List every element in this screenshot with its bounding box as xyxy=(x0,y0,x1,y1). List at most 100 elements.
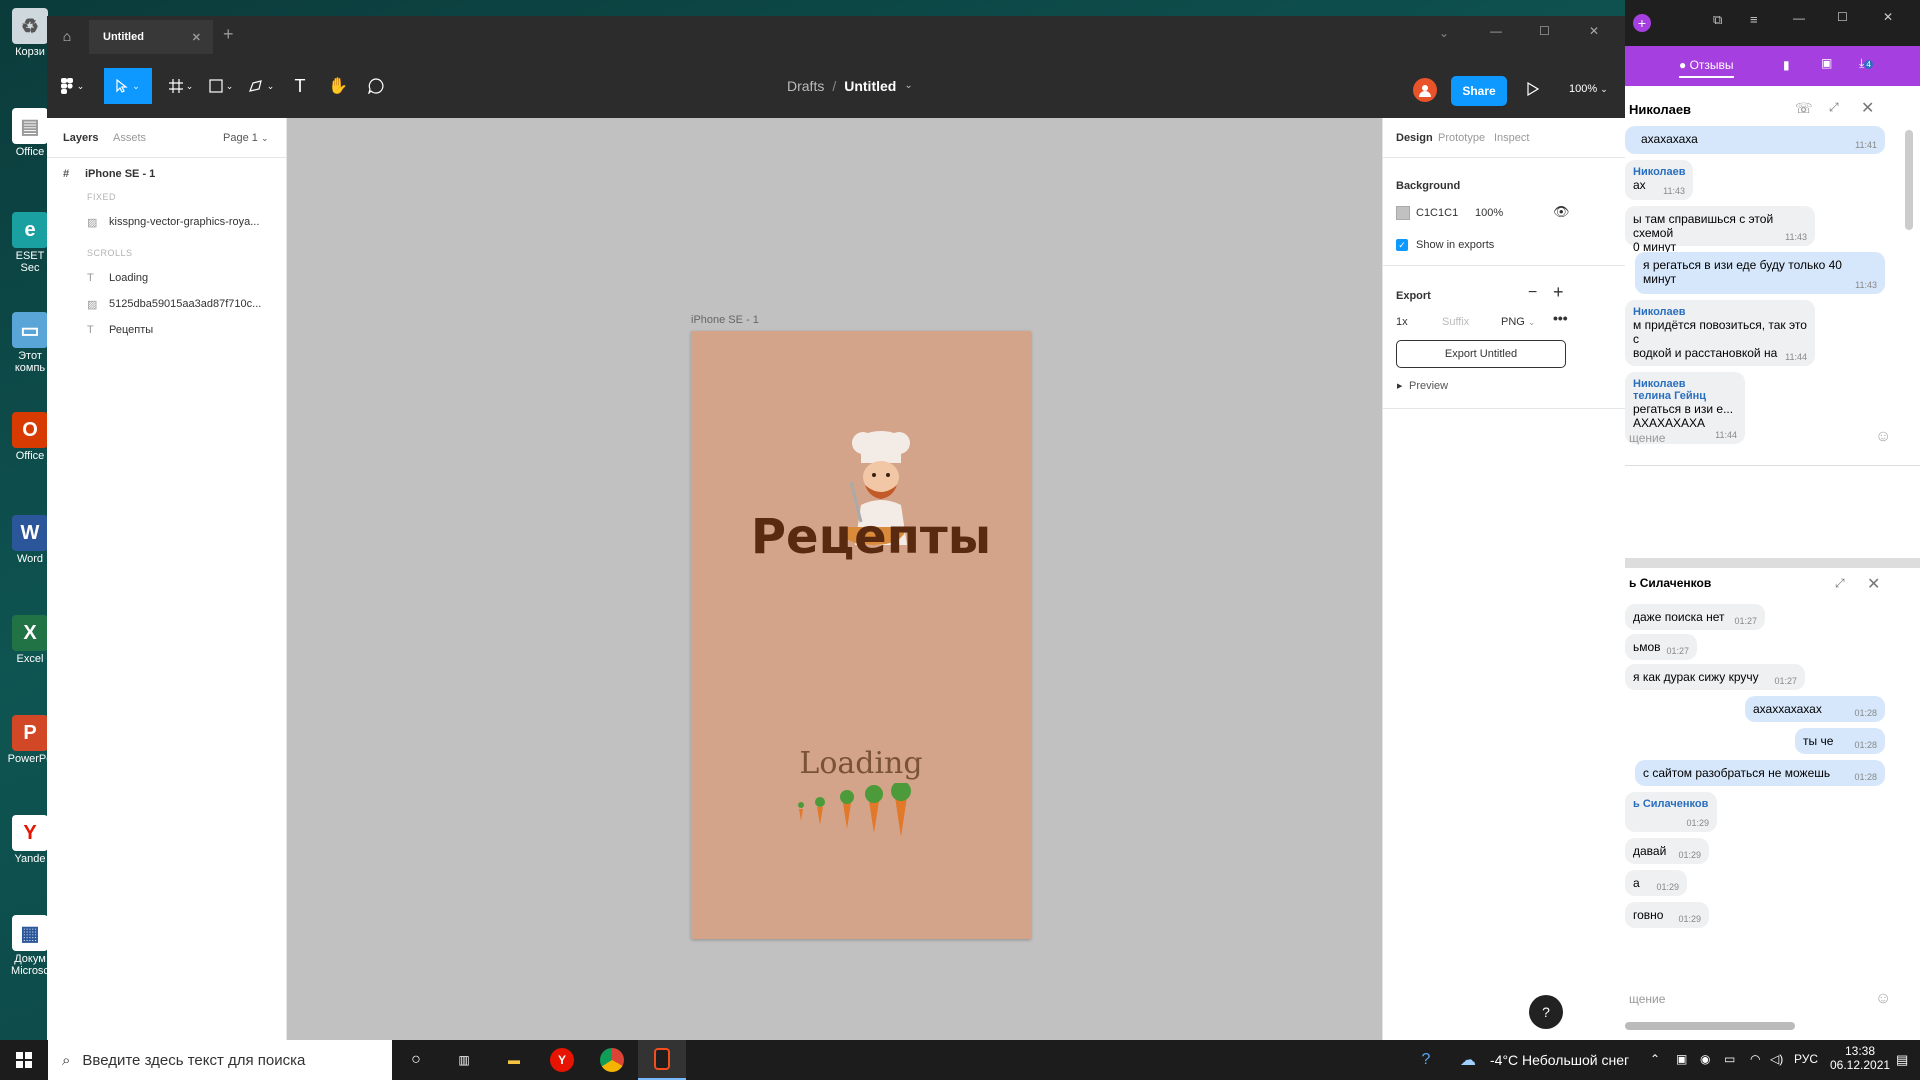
figma-taskbar-icon[interactable] xyxy=(638,1040,686,1080)
chevron-down-icon[interactable]: ⌄ xyxy=(1439,26,1449,40)
vertical-scrollbar[interactable] xyxy=(1905,130,1913,230)
tab-design[interactable]: Design xyxy=(1396,132,1433,144)
frame-tool-icon[interactable]: ⌄ xyxy=(162,68,200,104)
help-button[interactable]: ? xyxy=(1529,995,1563,1029)
comment-tool-icon[interactable] xyxy=(359,68,393,104)
message-bubble[interactable]: даже поиска нет 01:27 xyxy=(1625,604,1765,630)
message-bubble[interactable]: ьмов 01:27 xyxy=(1625,634,1697,660)
layer-item[interactable]: ▨ kisspng-vector-graphics-roya... xyxy=(47,210,287,234)
export-format-select[interactable]: PNG ⌄ xyxy=(1501,316,1535,328)
home-icon[interactable]: ⌂ xyxy=(57,26,77,46)
message-bubble[interactable]: ты че 01:28 xyxy=(1795,728,1885,754)
bg-opacity-value[interactable]: 100% xyxy=(1475,207,1503,219)
carrots-image[interactable] xyxy=(791,783,921,838)
shape-tool-icon[interactable]: ⌄ xyxy=(202,68,240,104)
emoji-icon[interactable]: ☺ xyxy=(1875,990,1891,1008)
minimize-icon[interactable]: — xyxy=(1793,11,1805,25)
text-tool-icon[interactable]: T xyxy=(283,68,317,104)
maximize-icon[interactable]: ☐ xyxy=(1539,24,1550,38)
bookmark-icon[interactable]: ▮ xyxy=(1783,58,1790,72)
chat2-message-input[interactable]: щение xyxy=(1629,992,1665,1006)
zoom-dropdown[interactable]: 100% ⌄ xyxy=(1569,83,1608,95)
iphone-frame[interactable]: Рецепты Loading xyxy=(691,331,1031,939)
horizontal-scrollbar[interactable] xyxy=(1625,1022,1795,1030)
expand-icon[interactable]: ⤢ xyxy=(1829,100,1839,115)
tab-inspect[interactable]: Inspect xyxy=(1494,132,1529,144)
export-scale[interactable]: 1x xyxy=(1396,316,1408,328)
chats-icon[interactable]: ▣ xyxy=(1821,56,1832,70)
volume-icon[interactable]: ◁) xyxy=(1770,1052,1783,1066)
feedback-tab[interactable]: ● Отзывы xyxy=(1679,58,1734,78)
language-indicator[interactable]: РУС xyxy=(1794,1052,1818,1066)
chevron-down-icon[interactable]: ⌄ xyxy=(904,80,912,94)
wifi-icon[interactable]: ◠ xyxy=(1750,1052,1760,1066)
user-avatar[interactable] xyxy=(1413,78,1437,102)
help-tray-icon[interactable]: ? xyxy=(1402,1040,1450,1080)
file-tab[interactable]: Untitled ✕ xyxy=(89,20,213,54)
tray-chevron-icon[interactable]: ⌃ xyxy=(1650,1052,1660,1066)
message-bubble[interactable]: ы там справишься с этой схемой 0 минут 11… xyxy=(1625,206,1815,254)
cortana-icon[interactable]: ○ xyxy=(392,1040,440,1080)
weather-text[interactable]: -4°C Небольшой снег xyxy=(1490,1052,1629,1068)
message-bubble[interactable]: давай 01:29 xyxy=(1625,838,1709,864)
page-selector[interactable]: Page 1 ⌄ xyxy=(223,132,268,144)
message-bubble[interactable]: ахахахаха 11:41 xyxy=(1625,126,1885,154)
main-menu-icon[interactable]: ⌄ xyxy=(55,68,89,104)
close-window-icon[interactable]: ✕ xyxy=(1883,10,1893,24)
message-bubble[interactable]: я регаться в изи еде буду только 40 мину… xyxy=(1635,252,1885,294)
layer-item[interactable]: T Рецепты xyxy=(47,318,287,342)
layer-item[interactable]: ▨ 5125dba59015aa3ad87f710c... xyxy=(47,292,287,316)
inbox-icon[interactable]: ⤓ 4 xyxy=(1859,56,1873,71)
close-icon[interactable]: ✕ xyxy=(1861,98,1874,118)
close-icon[interactable]: ✕ xyxy=(1867,574,1880,594)
menu-icon[interactable]: ≡ xyxy=(1750,12,1758,27)
tab-assets[interactable]: Assets xyxy=(113,132,146,144)
close-window-icon[interactable]: ✕ xyxy=(1589,24,1599,38)
pen-tool-icon[interactable]: ⌄ xyxy=(242,68,280,104)
message-bubble[interactable]: говно 01:29 xyxy=(1625,902,1709,928)
message-bubble[interactable]: ь Силаченков 01:29 xyxy=(1625,792,1717,832)
phone-icon[interactable]: ☏ xyxy=(1795,100,1813,117)
eye-icon[interactable]: 👁 xyxy=(1553,204,1570,220)
export-button[interactable]: Export Untitled xyxy=(1396,340,1566,368)
close-tab-icon[interactable]: ✕ xyxy=(192,31,201,44)
preview-toggle[interactable]: Preview xyxy=(1409,380,1448,392)
file-explorer-icon[interactable]: ▬ xyxy=(490,1040,538,1080)
expand-icon[interactable]: ⤢ xyxy=(1835,576,1845,591)
yandex-browser-icon[interactable]: Y xyxy=(538,1040,586,1080)
message-bubble[interactable]: ахаххахахах 01:28 xyxy=(1745,696,1885,722)
bg-hex-value[interactable]: C1C1C1 xyxy=(1416,207,1458,219)
move-tool[interactable]: ⌄ xyxy=(104,68,152,104)
task-view-icon[interactable]: ▥ xyxy=(440,1040,488,1080)
tray-icon-eset[interactable]: ◉ xyxy=(1700,1052,1710,1066)
copy-icon[interactable]: ⧉ xyxy=(1713,12,1722,28)
canvas[interactable]: iPhone SE - 1 Рецепты Loading xyxy=(287,118,1382,1040)
tray-icon-display[interactable]: ▭ xyxy=(1724,1052,1735,1066)
start-button[interactable] xyxy=(0,1040,48,1080)
breadcrumb-drafts[interactable]: Drafts xyxy=(787,78,824,94)
chat1-message-input[interactable]: щение xyxy=(1629,431,1665,445)
message-bubble[interactable]: а 01:29 xyxy=(1625,870,1687,896)
minimize-icon[interactable]: — xyxy=(1490,24,1502,38)
message-bubble[interactable]: Николаев ах 11:43 xyxy=(1625,160,1693,200)
message-bubble[interactable]: с сайтом разобраться не можешь 01:28 xyxy=(1635,760,1885,786)
minus-icon[interactable]: − xyxy=(1528,284,1537,302)
emoji-icon[interactable]: ☺ xyxy=(1875,428,1891,446)
tab-layers[interactable]: Layers xyxy=(63,132,98,144)
message-bubble[interactable]: Николаев м придётся повозиться, так это с… xyxy=(1625,300,1815,366)
share-button[interactable]: Share xyxy=(1451,76,1507,106)
new-tab-icon[interactable]: + xyxy=(223,24,234,45)
layer-item[interactable]: T Loading xyxy=(47,266,287,290)
taskbar-search[interactable]: ⌕ Введите здесь текст для поиска xyxy=(48,1040,392,1080)
plus-icon[interactable]: + xyxy=(1553,282,1564,303)
bg-color-swatch[interactable] xyxy=(1396,206,1410,220)
show-in-exports-checkbox[interactable]: ✓ xyxy=(1396,239,1408,251)
caret-right-icon[interactable]: ▶ xyxy=(1397,382,1402,390)
layer-frame[interactable]: # iPhone SE - 1 xyxy=(47,162,287,186)
tab-prototype[interactable]: Prototype xyxy=(1438,132,1485,144)
hand-tool-icon[interactable]: ✋ xyxy=(321,68,355,104)
tray-icon-network[interactable]: ▣ xyxy=(1676,1052,1687,1066)
frame-label[interactable]: iPhone SE - 1 xyxy=(691,314,759,326)
frame-title-text[interactable]: Рецепты xyxy=(691,509,1051,565)
more-options-icon[interactable]: ••• xyxy=(1553,310,1568,326)
